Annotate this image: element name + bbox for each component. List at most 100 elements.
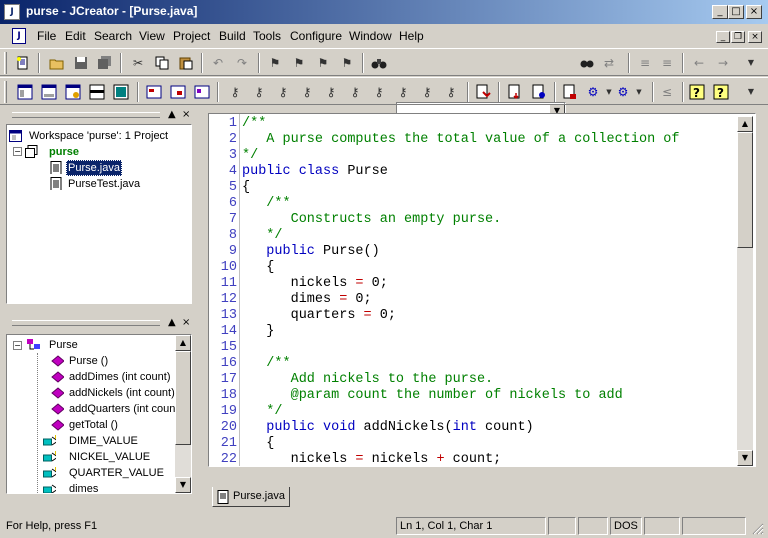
bookmark-slot-10-icon[interactable]: ⚷ [442, 83, 460, 101]
toolbar-grip[interactable] [4, 81, 7, 103]
code-text: { [242, 260, 274, 276]
code-editor[interactable]: 1 /** 2 A purse computes the total value o… [208, 113, 756, 467]
compile-file-icon[interactable] [474, 83, 492, 101]
toolbar-view-icon[interactable] [88, 83, 106, 101]
indent-icon[interactable]: ≡ [636, 54, 654, 72]
status-cell-empty [578, 517, 608, 535]
workspace-pane-header[interactable]: ▲ × [4, 108, 196, 122]
navigate-forward-icon[interactable]: → [714, 54, 732, 72]
rebuild-project-icon[interactable] [530, 83, 548, 101]
clear-bookmarks-icon[interactable]: ⚑ [338, 54, 356, 72]
scrollbar-thumb[interactable] [737, 132, 753, 248]
menu-configure[interactable]: Configure [290, 29, 342, 43]
menu-project[interactable]: Project [173, 29, 210, 43]
scroll-down-icon[interactable]: ▼ [737, 450, 753, 466]
scroll-up-icon[interactable]: ▲ [737, 116, 753, 132]
editor-vertical-scrollbar[interactable]: ▲ ▼ [737, 116, 753, 466]
help-icon[interactable]: ? [688, 83, 706, 101]
menu-search[interactable]: Search [94, 29, 132, 43]
toolbar-overflow-icon[interactable]: ▼ [742, 83, 760, 101]
copy-icon[interactable] [153, 54, 171, 72]
line-number: 13 [220, 308, 237, 323]
navigate-back-icon[interactable]: ← [690, 54, 708, 72]
mdi-minimize-button[interactable]: _ [716, 31, 730, 43]
build-project-icon[interactable] [506, 83, 524, 101]
javadoc-icon[interactable]: ≤ [658, 83, 676, 101]
pane-close-icon[interactable]: × [182, 317, 190, 329]
line-number: 7 [228, 212, 237, 227]
method-icon [51, 403, 64, 415]
code-token: { [242, 260, 275, 275]
package-view-icon[interactable] [64, 83, 82, 101]
bookmark-slot-3-icon[interactable]: ⚷ [274, 83, 292, 101]
tab-purse-java[interactable]: Purse.java [212, 487, 290, 507]
java-file-icon [50, 177, 62, 190]
find-in-files-icon[interactable] [578, 54, 596, 72]
toggle-bookmark-icon[interactable]: ⚑ [266, 54, 284, 72]
toolbar-grip[interactable] [4, 52, 7, 74]
menu-help[interactable]: Help [399, 29, 424, 43]
fullscreen-view-icon[interactable] [112, 83, 130, 101]
paste-icon[interactable] [177, 54, 195, 72]
mdi-close-button[interactable]: × [748, 31, 762, 43]
class-pane-scrollbar[interactable]: ▲ ▼ [175, 335, 191, 493]
collapse-icon[interactable]: − [13, 341, 22, 350]
toolbar-separator [38, 53, 40, 73]
document-icon[interactable]: J [12, 28, 26, 44]
bookmark-slot-4-icon[interactable]: ⚷ [298, 83, 316, 101]
save-all-icon[interactable] [96, 54, 114, 72]
bookmark-slot-9-icon[interactable]: ⚷ [418, 83, 436, 101]
save-icon[interactable] [72, 54, 90, 72]
output-view-icon[interactable] [40, 83, 58, 101]
menu-file[interactable]: File [37, 29, 56, 43]
stop-build-icon[interactable] [561, 83, 579, 101]
class-tree[interactable]: − Purse Purse () addDimes (int count) ad… [6, 334, 192, 494]
mdi-restore-button[interactable]: ❐ [731, 31, 745, 43]
context-help-icon[interactable]: ? [712, 83, 730, 101]
menu-window[interactable]: Window [349, 29, 392, 43]
menu-tools[interactable]: Tools [253, 29, 281, 43]
implement-interface-icon[interactable] [169, 83, 187, 101]
unindent-icon[interactable]: ≡ [658, 54, 676, 72]
redo-icon[interactable]: ↷ [233, 54, 251, 72]
resize-grip-icon[interactable] [750, 521, 764, 535]
maximize-button[interactable]: □ [728, 5, 744, 19]
debug-dropdown-icon[interactable]: ▼ [630, 83, 648, 101]
next-bookmark-icon[interactable]: ⚑ [290, 54, 308, 72]
find-binoculars-icon[interactable] [370, 54, 388, 72]
new-file-icon[interactable] [14, 54, 32, 72]
pane-pin-icon[interactable]: ▲ [168, 109, 176, 121]
bookmark-slot-7-icon[interactable]: ⚷ [370, 83, 388, 101]
replace-icon[interactable]: ⇄ [600, 54, 618, 72]
bookmark-slot-8-icon[interactable]: ⚷ [394, 83, 412, 101]
bookmark-slot-2-icon[interactable]: ⚷ [250, 83, 268, 101]
code-comment: /** [242, 196, 291, 211]
close-button[interactable]: × [746, 5, 762, 19]
class-pane-header[interactable]: ▲ × [4, 316, 196, 330]
collapse-icon[interactable]: − [13, 147, 22, 156]
open-folder-icon[interactable] [48, 54, 66, 72]
bookmark-slot-5-icon[interactable]: ⚷ [322, 83, 340, 101]
pane-pin-icon[interactable]: ▲ [168, 317, 176, 329]
override-method-icon[interactable] [193, 83, 211, 101]
undo-icon[interactable]: ↶ [209, 54, 227, 72]
bookmark-slot-1-icon[interactable]: ⚷ [226, 83, 244, 101]
menu-edit[interactable]: Edit [65, 29, 86, 43]
workspace-view-icon[interactable] [16, 83, 34, 101]
scroll-down-icon[interactable]: ▼ [175, 477, 191, 493]
minimize-button[interactable]: _ [712, 5, 728, 19]
scroll-up-icon[interactable]: ▲ [175, 335, 191, 351]
jcreator-app-icon[interactable]: J [4, 4, 20, 20]
cut-icon[interactable]: ✂ [129, 54, 147, 72]
menu-build[interactable]: Build [219, 29, 246, 43]
previous-bookmark-icon[interactable]: ⚑ [314, 54, 332, 72]
menu-view[interactable]: View [139, 29, 165, 43]
code-text: /** [242, 116, 266, 132]
workspace-tree[interactable]: Workspace 'purse': 1 Project − purse Pur… [6, 124, 192, 304]
pane-close-icon[interactable]: × [182, 109, 190, 121]
new-class-icon[interactable] [145, 83, 163, 101]
class-icon [27, 339, 40, 350]
bookmark-slot-6-icon[interactable]: ⚷ [346, 83, 364, 101]
toolbar-overflow-icon[interactable]: ▼ [742, 54, 760, 72]
scrollbar-thumb[interactable] [175, 351, 191, 445]
